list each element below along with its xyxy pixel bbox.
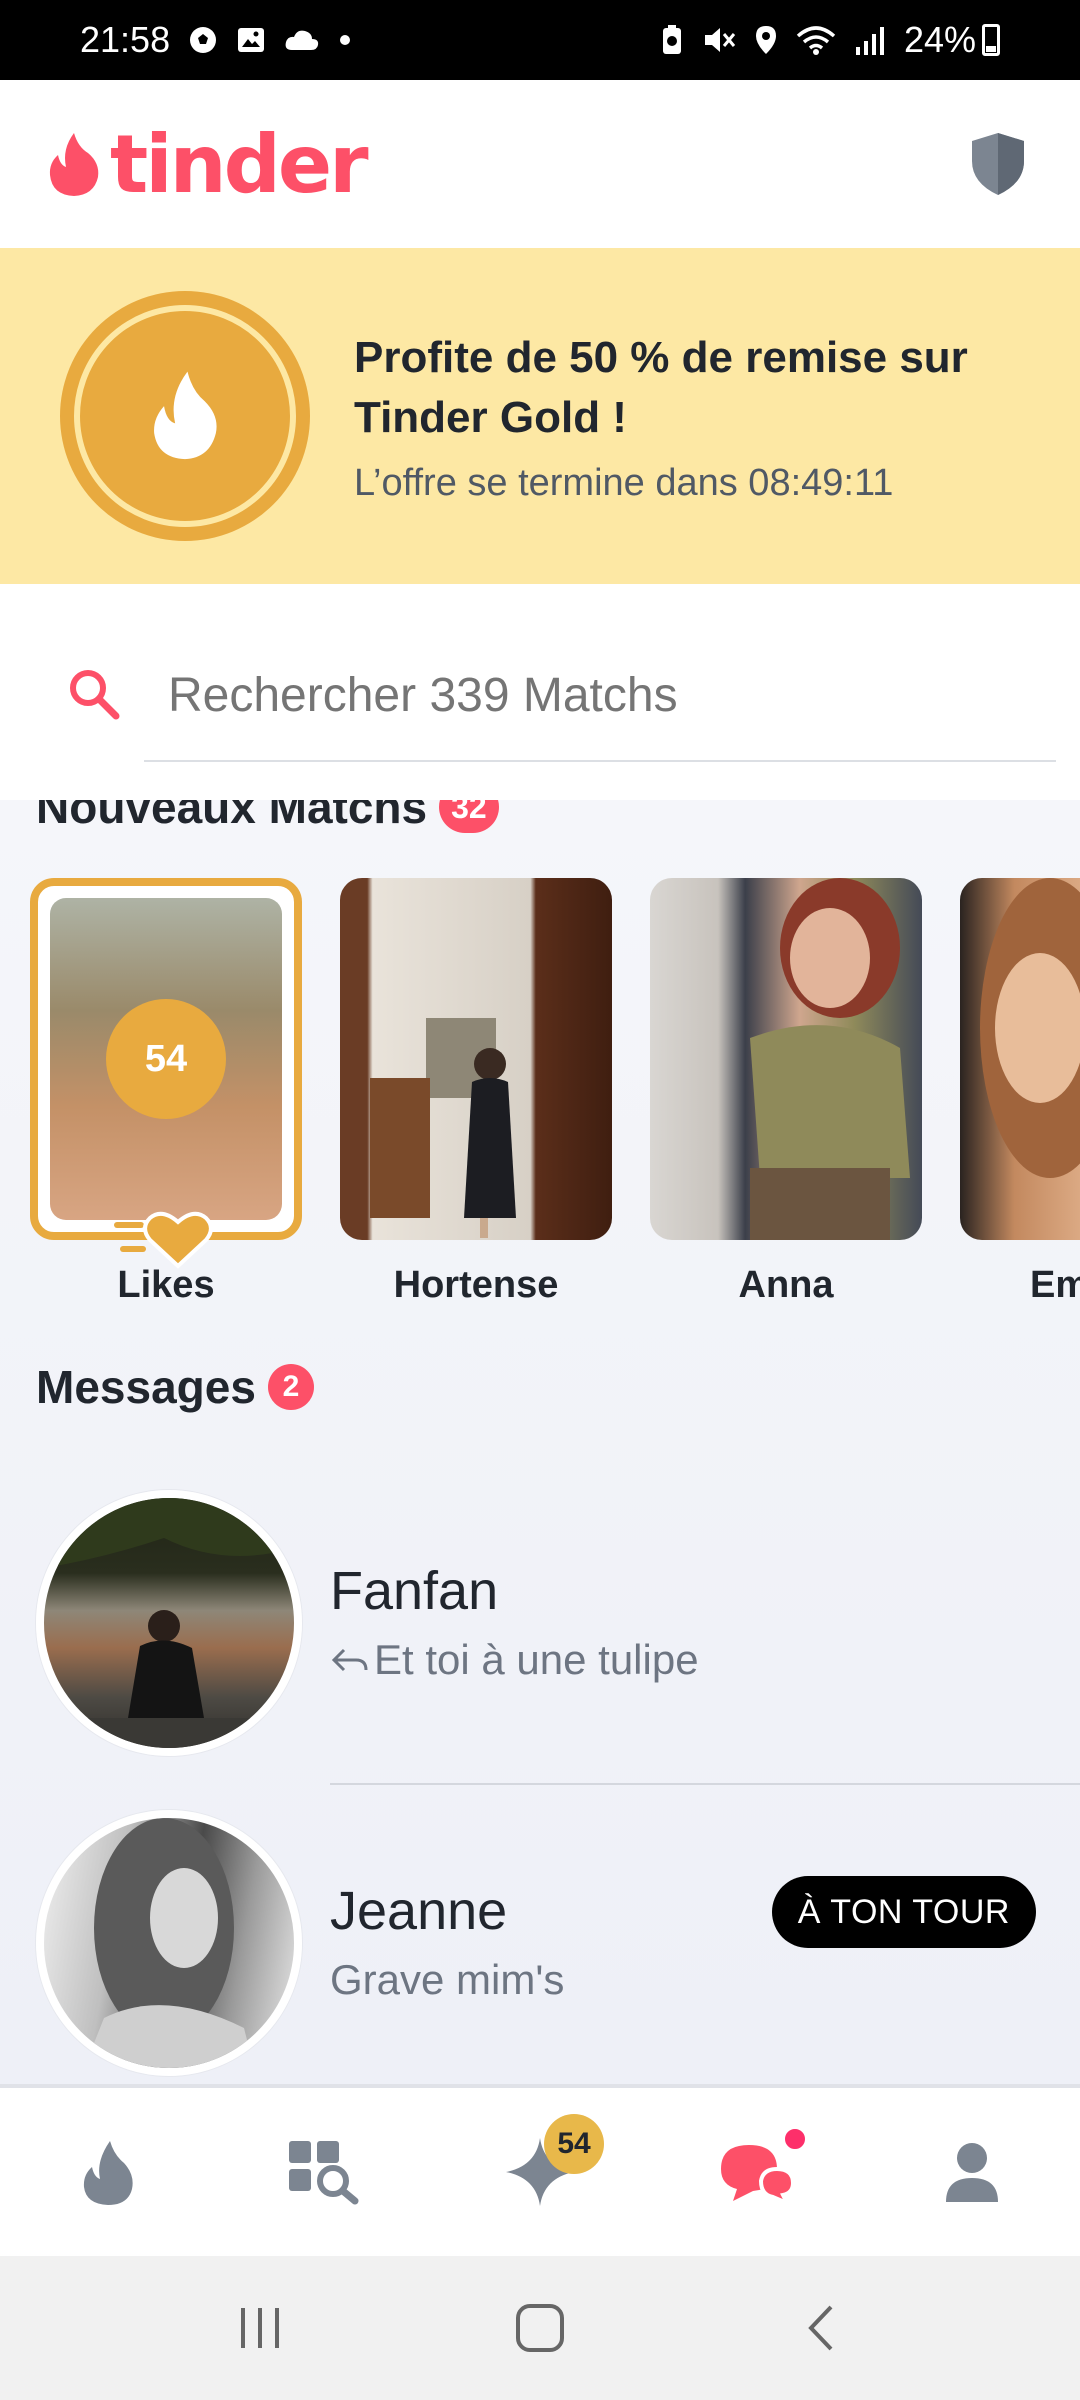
nav-chat[interactable] [696,2112,816,2232]
gold-flame-icon [154,371,217,460]
location-icon [755,26,776,54]
match-card-em[interactable] [960,878,1080,1240]
gold-offer-countdown: L’offre se termine dans 08:49:11 [354,461,894,504]
avatar-fanfan [36,1490,302,1756]
back-icon [808,2305,833,2351]
new-matches-title: Nouveaux Matchs 32 [36,800,499,834]
likes-blurred-preview: 54 [50,898,282,1220]
dot-icon [340,35,351,45]
battery-saver-icon [662,25,681,54]
conversation-name-jeanne: Jeanne [330,1881,508,1941]
profile-icon [946,2143,998,2202]
flame-icon [83,2141,133,2205]
likes-card[interactable]: 54 [30,878,302,1240]
mute-icon [704,28,736,52]
flame-logo-icon [49,133,99,196]
status-left: 21:58 [80,19,352,61]
matches-content[interactable]: Nouveaux Matchs 32 54 Likes Hortense Ann… [0,800,1080,2084]
home-button[interactable] [500,2288,580,2368]
status-time: 21:58 [80,19,171,60]
conversation-divider [330,1783,1080,1785]
gallery-icon [238,28,265,52]
conversation-preview-fanfan: Et toi à une tulipe [330,1636,699,1684]
battery-indicator: 24% [904,19,1000,61]
messages-title-text: Messages [36,1361,256,1413]
messages-count-badge: 2 [267,1364,314,1410]
nav-swipe[interactable] [48,2112,168,2232]
search-input[interactable] [168,650,1048,740]
nav-gold-home[interactable]: 54 [480,2112,604,2232]
home-icon [516,2304,564,2352]
messages-title: Messages 2 [36,1360,314,1414]
wifi-icon [796,26,836,55]
nav-chat-notification-dot [782,2126,808,2152]
match-name-em: Em [1030,1264,1080,1306]
search-bar [0,584,1080,800]
recent-apps-icon [241,2308,279,2348]
conversation-name-fanfan: Fanfan [330,1561,499,1621]
soccer-ball-icon [190,27,217,53]
back-button[interactable] [780,2288,860,2368]
signal-icon [855,27,884,55]
cloud-icon [285,30,319,50]
status-right: 24% [660,19,1000,61]
nav-profile[interactable] [912,2112,1032,2232]
conversation-jeanne[interactable]: Jeanne Grave mim's À TON TOUR [0,1810,1080,2084]
shield-icon[interactable] [968,131,1028,197]
app-header: tinder [0,80,1080,248]
match-card-anna[interactable] [650,878,922,1240]
conversation-fanfan[interactable]: Fanfan Et toi à une tulipe [0,1490,1080,1790]
gold-offer-banner[interactable]: Profite de 50 % de remise sur Tinder Gol… [0,248,1080,584]
match-name-anna: Anna [738,1264,834,1306]
logo-text: tinder [110,117,369,211]
battery-icon [982,24,1000,56]
match-photo-em [980,878,1080,1178]
recent-apps-button[interactable] [220,2288,300,2368]
gold-badge [60,291,310,541]
match-name-hortense: Hortense [393,1264,559,1306]
status-bar: 21:58 24% [0,0,1080,80]
avatar-jeanne [36,1810,302,2076]
system-navigation-bar [0,2256,1080,2400]
battery-percent: 24% [903,19,976,60]
tinder-logo[interactable]: tinder [44,117,369,211]
new-matches-carousel[interactable]: 54 Likes Hortense Anna Em [30,878,1080,1318]
explore-icon [289,2141,359,2205]
match-photo-hortense [370,1018,516,1238]
search-icon [70,670,120,720]
likes-label: Likes [117,1264,215,1306]
conversation-preview-jeanne: Grave mim's [330,1956,565,2003]
new-matches-count-badge: 32 [439,800,499,833]
bottom-navigation: 54 [0,2084,1080,2256]
conversation-preview-text-fanfan: Et toi à une tulipe [374,1636,699,1683]
new-matches-title-text: Nouveaux Matchs [36,800,428,833]
match-photo-anna [750,878,910,1240]
gold-heart-icon [110,1211,213,1269]
search-underline [144,760,1056,762]
likes-count-badge: 54 [106,999,226,1119]
match-card-hortense[interactable] [340,878,612,1240]
gold-offer-text: Profite de 50 % de remise sur Tinder Gol… [354,328,994,505]
reply-arrow-icon [331,1648,368,1672]
nav-likes-badge: 54 [544,2114,604,2174]
nav-explore[interactable] [264,2112,384,2232]
your-turn-badge: À TON TOUR [771,1876,1036,1948]
gold-offer-title: Profite de 50 % de remise sur Tinder Gol… [354,332,968,442]
